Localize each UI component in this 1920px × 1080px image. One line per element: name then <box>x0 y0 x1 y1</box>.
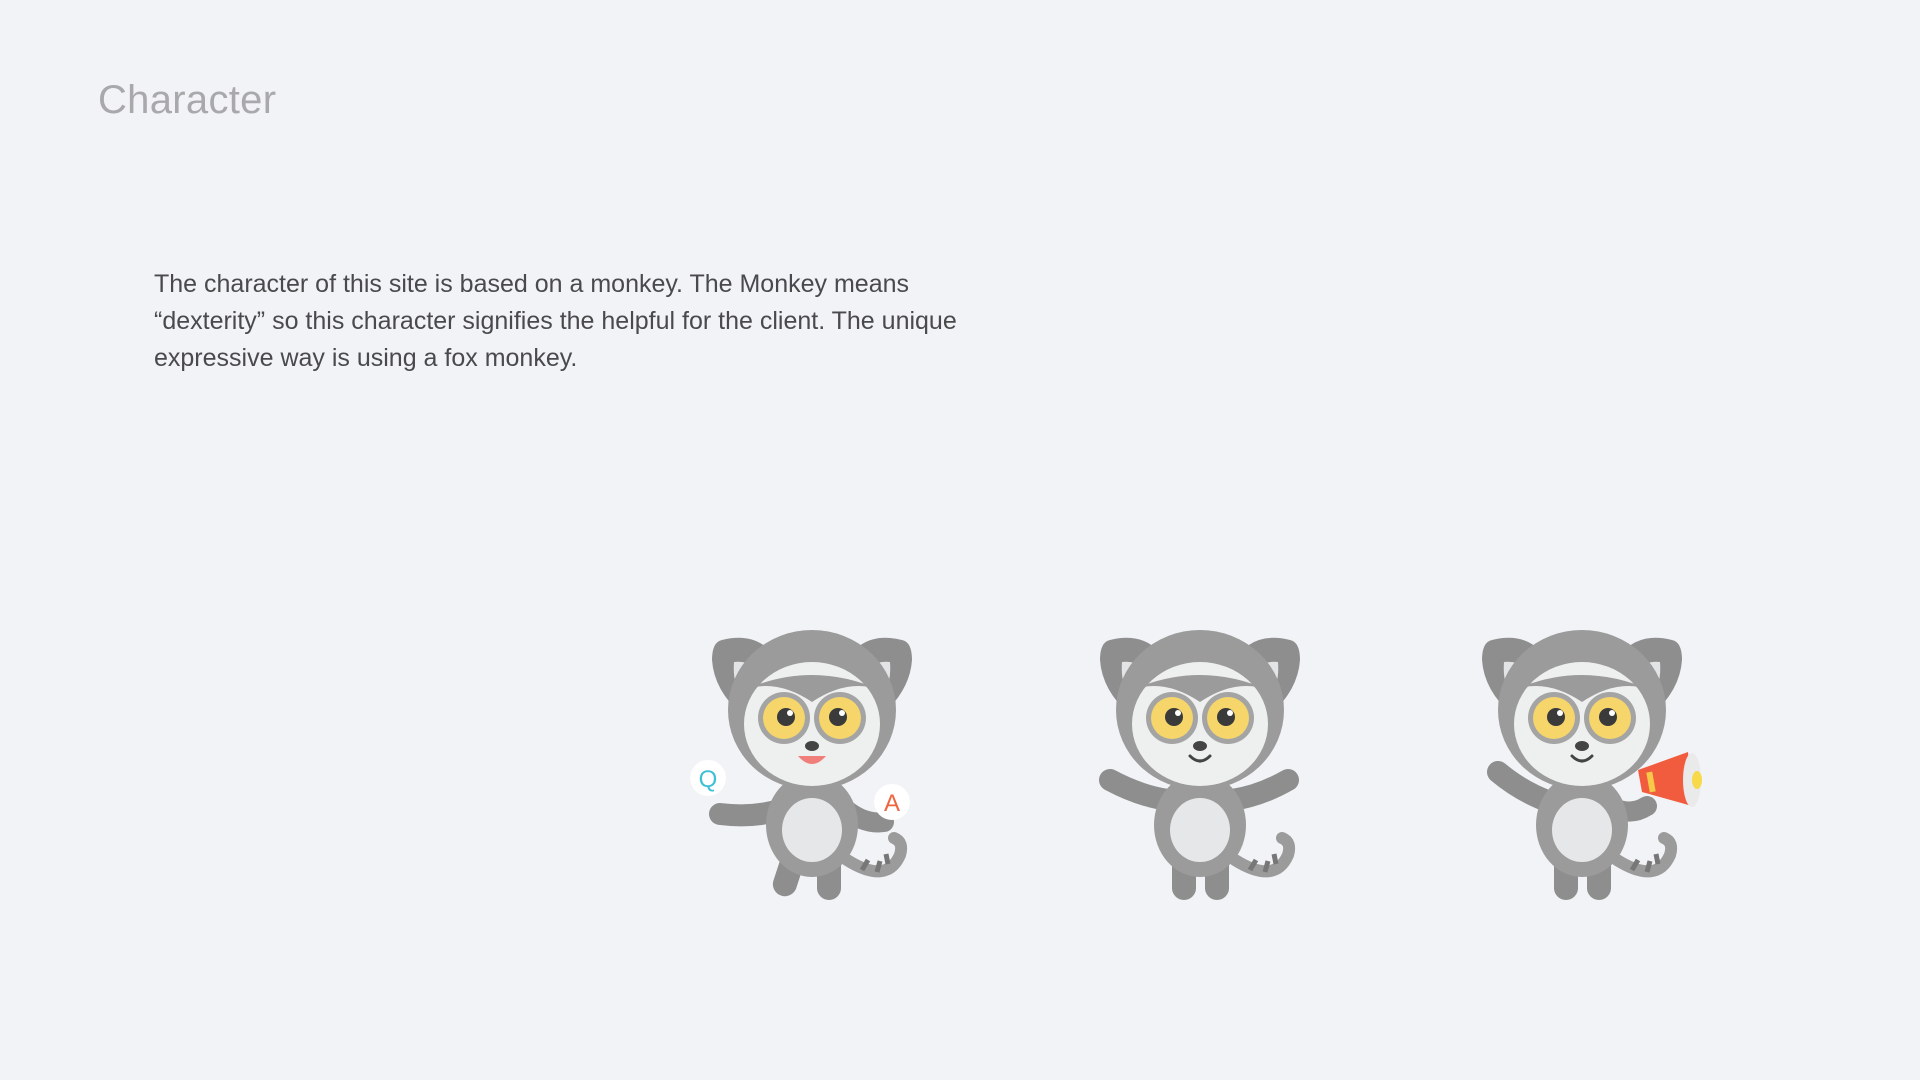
monkey-mascot-arms-open <box>1060 620 1340 910</box>
monkey-arms-open-illustration <box>1099 630 1300 900</box>
a-badge-icon: A <box>874 784 910 820</box>
monkey-mascot-qa: Q A <box>672 620 952 910</box>
monkey-qa-illustration: Q A <box>690 630 912 900</box>
description-text: The character of this site is based on a… <box>154 270 957 372</box>
svg-text:A: A <box>884 790 900 817</box>
page-title: Character <box>98 78 277 122</box>
monkey-mascot-megaphone <box>1442 620 1722 910</box>
monkey-megaphone-illustration <box>1482 630 1702 900</box>
svg-text:Q: Q <box>699 766 718 793</box>
q-badge-icon: Q <box>690 760 726 796</box>
